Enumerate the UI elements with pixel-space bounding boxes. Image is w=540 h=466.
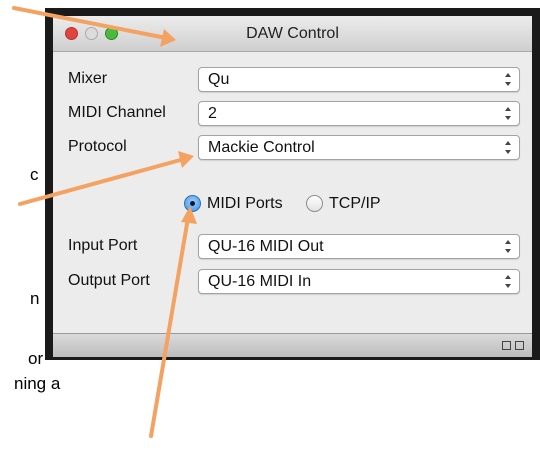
tcp-ip-radio-label[interactable]: TCP/IP — [329, 195, 381, 213]
protocol-value: Mackie Control — [208, 139, 315, 156]
input-port-label: Input Port — [68, 237, 138, 254]
midi-channel-label: MIDI Channel — [68, 104, 166, 121]
midi-ports-radio-label[interactable]: MIDI Ports — [207, 195, 283, 213]
mixer-select[interactable]: Qu — [198, 67, 520, 92]
protocol-label: Protocol — [68, 138, 127, 155]
protocol-select[interactable]: Mackie Control — [198, 135, 520, 160]
select-arrows-icon — [505, 275, 511, 288]
background-text-fragment: n — [30, 289, 40, 308]
panel-square-icon[interactable] — [515, 341, 524, 350]
panel-square-icon[interactable] — [502, 341, 511, 350]
select-arrows-icon — [505, 141, 511, 154]
status-bar — [53, 333, 532, 357]
background-text-fragment: or — [28, 349, 44, 368]
tcp-ip-radio[interactable] — [306, 195, 323, 212]
daw-control-window: DAW Control Mixer Qu MIDI Channel 2 Prot… — [45, 8, 540, 360]
midi-channel-value: 2 — [208, 105, 217, 122]
radio-selected-dot-icon — [190, 201, 195, 206]
output-port-label: Output Port — [68, 272, 150, 289]
output-port-select[interactable]: QU-16 MIDI In — [198, 269, 520, 294]
window-title: DAW Control — [246, 25, 339, 42]
midi-channel-select[interactable]: 2 — [198, 101, 520, 126]
background-text-fragment: ning a — [14, 374, 61, 393]
mixer-label: Mixer — [68, 70, 108, 87]
select-arrows-icon — [505, 73, 511, 86]
input-port-value: QU-16 MIDI Out — [208, 238, 324, 255]
settings-panel: Mixer Qu MIDI Channel 2 Protocol Mackie … — [53, 52, 532, 333]
select-arrows-icon — [505, 107, 511, 120]
select-arrows-icon — [505, 240, 511, 253]
mixer-value: Qu — [208, 71, 230, 88]
title-bar[interactable]: DAW Control — [53, 16, 532, 52]
output-port-value: QU-16 MIDI In — [208, 273, 312, 290]
midi-ports-radio[interactable] — [184, 195, 201, 212]
input-port-select[interactable]: QU-16 MIDI Out — [198, 234, 520, 259]
background-text-fragment: c — [30, 165, 39, 184]
